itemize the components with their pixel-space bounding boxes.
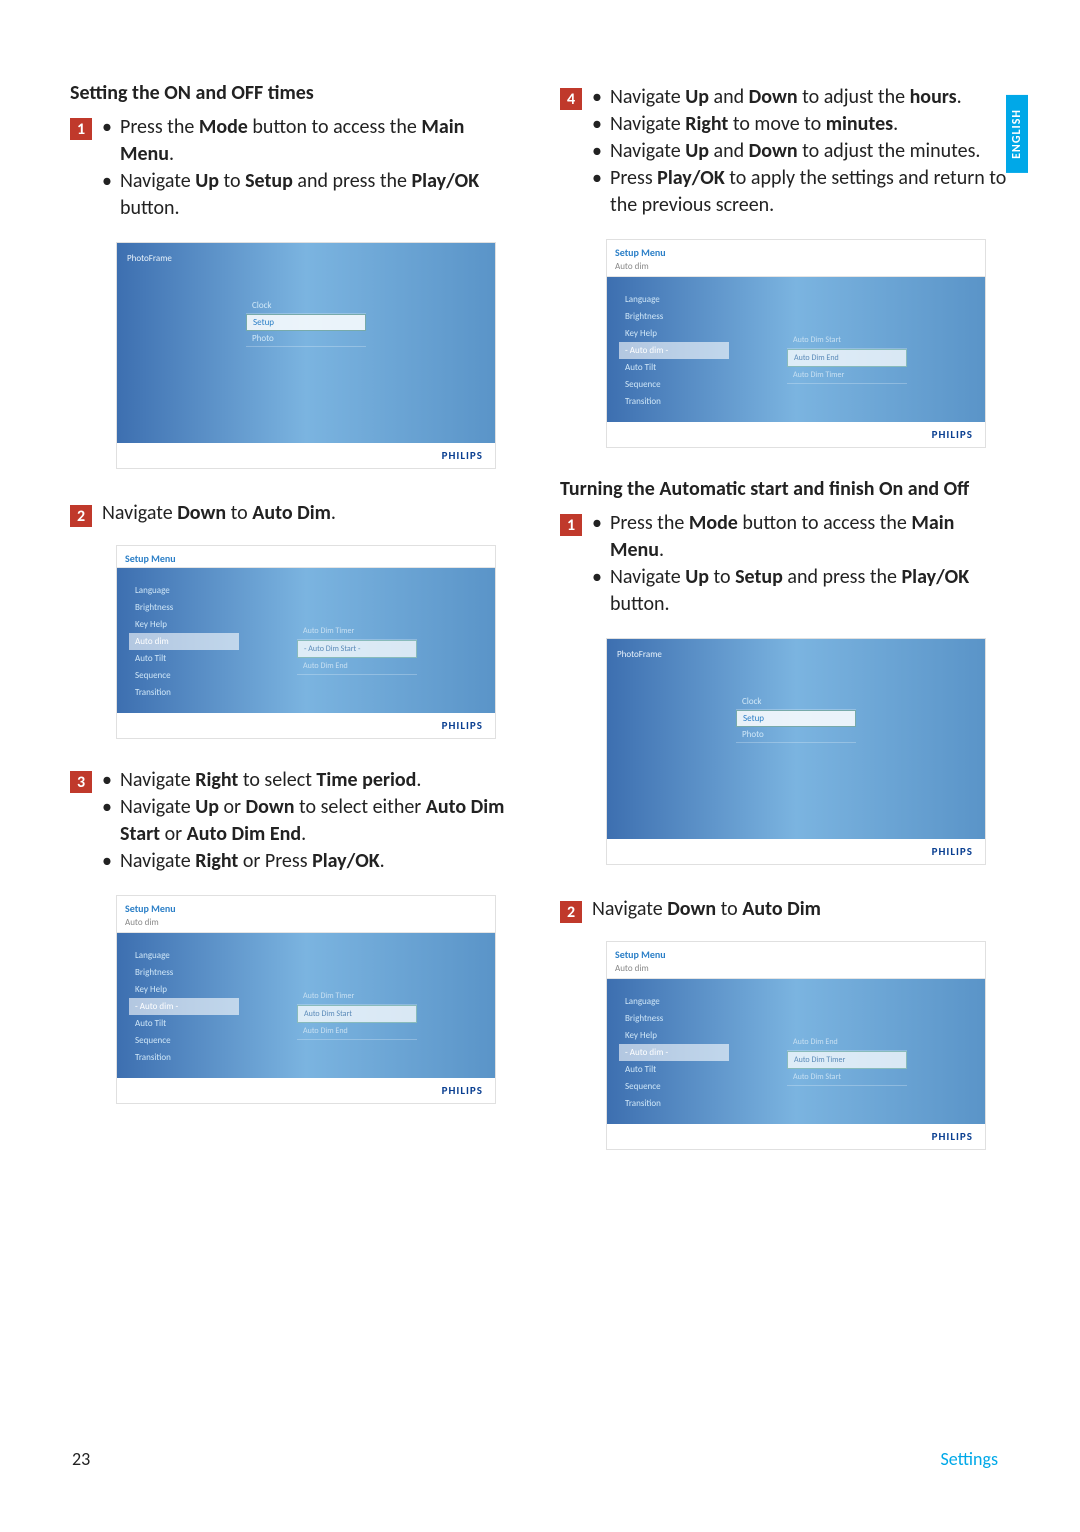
step-text: Navigate Right to move to minutes. <box>592 111 1010 138</box>
philips-logo: PHILIPS <box>932 1130 973 1143</box>
list-item: Transition <box>625 393 747 410</box>
list-item: Language <box>625 993 747 1010</box>
shot-title: Setup Menu <box>117 896 495 917</box>
step-text: Navigate Up to Setup and press the Play/… <box>592 564 1010 618</box>
list-item: Sequence <box>625 376 747 393</box>
menu-item: Photo <box>246 331 366 347</box>
step-number-2: 2 <box>70 505 92 527</box>
list-item-selected: - Auto dim - <box>129 998 239 1015</box>
step-text: Navigate Up and Down to adjust the minut… <box>592 138 1010 165</box>
right-column: 4 Navigate Up and Down to adjust the hou… <box>560 80 1010 1168</box>
list-item: Auto Tilt <box>135 650 257 667</box>
step-1b: 1 Press the Mode button to access the Ma… <box>560 510 1010 618</box>
shot-subtitle: Auto dim <box>117 917 495 933</box>
popup-item: Auto Dim Timer <box>297 623 417 640</box>
shot-title: Setup Menu <box>117 546 495 567</box>
step-text: Navigate Down to Auto Dim. <box>102 501 336 525</box>
popup-item: Auto Dim Start <box>787 1069 907 1086</box>
list-item: Key Help <box>625 325 747 342</box>
step-1: 1 Press the Mode button to access the Ma… <box>70 114 520 222</box>
screenshot-main-menu-2: PhotoFrame Clock Setup Photo PHILIPS <box>606 638 986 865</box>
step-text: Navigate Down to Auto Dim <box>592 897 821 921</box>
popup-item: Auto Dim End <box>787 1034 907 1051</box>
philips-logo: PHILIPS <box>442 1084 483 1097</box>
screenshot-autodim-time: Setup Menu Auto dim Language Brightness … <box>606 239 986 448</box>
menu-item: Photo <box>736 727 856 743</box>
screenshot-autodim-last: Setup Menu Auto dim Language Brightness … <box>606 941 986 1150</box>
step-number-1: 1 <box>560 514 582 536</box>
list-item: Auto Tilt <box>625 359 747 376</box>
menu-item: Clock <box>246 298 366 314</box>
list-item: Language <box>625 291 747 308</box>
list-item-selected: Auto dim <box>129 633 239 650</box>
step-2b: 2 Navigate Down to Auto Dim <box>560 897 1010 923</box>
list-item: Language <box>135 582 257 599</box>
screenshot-main-menu: PhotoFrame Clock Setup Photo PHILIPS <box>116 242 496 469</box>
page-section-label: Settings <box>940 1448 998 1470</box>
step-number-1: 1 <box>70 118 92 140</box>
step-3: 3 Navigate Right to select Time period. … <box>70 767 520 875</box>
popup-item-selected: - Auto Dim Start - <box>297 640 417 658</box>
photoframe-label: PhotoFrame <box>117 243 182 443</box>
left-column: Setting the ON and OFF times 1 Press the… <box>70 80 520 1168</box>
step-text: Press the Mode button to access the Main… <box>592 510 1010 564</box>
step-text: Press Play/OK to apply the settings and … <box>592 165 1010 219</box>
menu-item-selected: Setup <box>736 710 856 727</box>
list-item-selected: - Auto dim - <box>619 1044 729 1061</box>
popup-item-selected: Auto Dim End <box>787 349 907 367</box>
menu-item-selected: Setup <box>246 314 366 331</box>
list-item: Brightness <box>625 308 747 325</box>
section-heading-onoff: Setting the ON and OFF times <box>70 80 520 106</box>
list-item: Brightness <box>135 964 257 981</box>
list-item: Sequence <box>135 1032 257 1049</box>
popup-item-selected: Auto Dim Start <box>297 1005 417 1023</box>
step-text: Navigate Up or Down to select either Aut… <box>102 794 520 848</box>
section-heading-auto-onoff: Turning the Automatic start and finish O… <box>560 476 1010 502</box>
list-item: Language <box>135 947 257 964</box>
philips-logo: PHILIPS <box>442 719 483 732</box>
step-2: 2 Navigate Down to Auto Dim. <box>70 501 520 527</box>
step-number-3: 3 <box>70 771 92 793</box>
philips-logo: PHILIPS <box>932 845 973 858</box>
list-item: Sequence <box>625 1078 747 1095</box>
page-number: 23 <box>72 1448 90 1470</box>
shot-subtitle: Auto dim <box>607 261 985 277</box>
screenshot-autodim-detail: Setup Menu Auto dim Language Brightness … <box>116 895 496 1104</box>
popup-item: Auto Dim Timer <box>787 367 907 384</box>
list-item: Brightness <box>625 1010 747 1027</box>
step-number-4: 4 <box>560 88 582 110</box>
popup-item: Auto Dim End <box>297 658 417 675</box>
list-item-selected: - Auto dim - <box>619 342 729 359</box>
popup-item: Auto Dim Timer <box>297 988 417 1005</box>
list-item: Transition <box>625 1095 747 1112</box>
step-text: Press the Mode button to access the Main… <box>102 114 520 168</box>
step-text: Navigate Up and Down to adjust the hours… <box>592 84 1010 111</box>
step-text: Navigate Up to Setup and press the Play/… <box>102 168 520 222</box>
page-body: Setting the ON and OFF times 1 Press the… <box>0 0 1080 1218</box>
step-text: Navigate Right to select Time period. <box>102 767 520 794</box>
step-4: 4 Navigate Up and Down to adjust the hou… <box>560 84 1010 219</box>
philips-logo: PHILIPS <box>932 428 973 441</box>
list-item: Sequence <box>135 667 257 684</box>
step-text: Navigate Right or Press Play/OK. <box>102 848 520 875</box>
list-item: Key Help <box>625 1027 747 1044</box>
list-item: Auto Tilt <box>625 1061 747 1078</box>
screenshot-setup-autodim: Setup Menu Language Brightness Key Help … <box>116 545 496 739</box>
photoframe-label: PhotoFrame <box>607 639 672 839</box>
menu-item: Clock <box>736 694 856 710</box>
step-number-2: 2 <box>560 901 582 923</box>
list-item: Transition <box>135 1049 257 1066</box>
shot-title: Setup Menu <box>607 942 985 963</box>
popup-item: Auto Dim End <box>297 1023 417 1040</box>
list-item: Key Help <box>135 616 257 633</box>
popup-item-selected: Auto Dim Timer <box>787 1051 907 1069</box>
list-item: Transition <box>135 684 257 701</box>
shot-subtitle: Auto dim <box>607 963 985 979</box>
philips-logo: PHILIPS <box>442 449 483 462</box>
list-item: Auto Tilt <box>135 1015 257 1032</box>
list-item: Key Help <box>135 981 257 998</box>
shot-title: Setup Menu <box>607 240 985 261</box>
list-item: Brightness <box>135 599 257 616</box>
popup-item: Auto Dim Start <box>787 332 907 349</box>
